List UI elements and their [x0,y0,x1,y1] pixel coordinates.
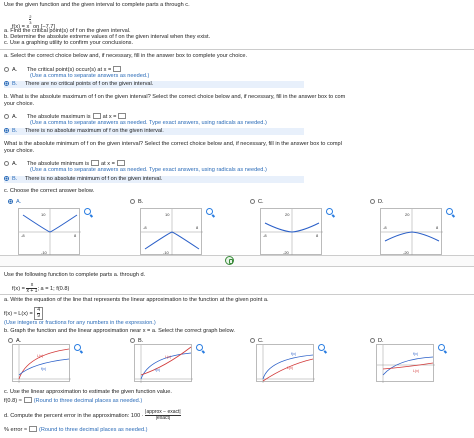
radio-button[interactable] [250,338,255,343]
unlock-button[interactable] [225,256,234,265]
question-b-min-cont: your choice. [4,148,35,154]
radio-button[interactable] [370,199,375,204]
tick-label: -8 [21,233,25,238]
radio-button[interactable] [130,338,135,343]
problem2-question-c: c. Use the linear approximation to estim… [4,389,172,395]
tick-label: 8 [74,233,77,238]
svg-text:10: 10 [165,212,170,217]
radio-button[interactable] [130,199,135,204]
graph-thumbnail-d: 20 -8 8 -20 [380,208,443,256]
problem-divider-bar [0,255,474,267]
svg-text:20: 20 [285,212,290,217]
svg-text:f(x): f(x) [291,352,296,356]
svg-text:L(x): L(x) [413,369,419,373]
svg-text:f(x): f(x) [413,352,418,356]
radio-button[interactable] [4,114,9,119]
svg-text:20: 20 [405,212,410,217]
divider [0,49,474,50]
question-b-min: What is the absolute minimum of f on the… [4,141,342,147]
svg-text:L(x): L(x) [287,366,293,370]
zoom-icon[interactable] [438,344,445,351]
radio-button-selected[interactable] [8,199,13,204]
svg-text:-8: -8 [263,233,267,238]
option-b-no-max[interactable]: B. There is no absolute maximum of f on … [4,128,304,135]
radio-button-selected[interactable] [4,176,9,181]
graph-thumbnail-a: 10 -8 8 -10 [18,208,81,256]
svg-text:f(x): f(x) [155,368,160,372]
option-b-no-critical[interactable]: B. There are no critical points of f on … [4,81,304,88]
answer-box-filled[interactable]: 49 [34,307,44,320]
zoom-icon[interactable] [318,344,325,351]
graph2-thumbnail-a: L(x) f(x) [12,344,71,383]
problem2-question-b: b. Graph the function and the linear app… [4,328,235,334]
zoom-icon[interactable] [326,208,333,215]
answer-box[interactable] [23,397,32,403]
zoom-icon[interactable] [196,344,203,351]
tick-label: 10 [41,212,46,217]
answer-box[interactable] [118,113,127,119]
radio-button[interactable] [4,161,9,166]
graph2-thumbnail-c: f(x) L(x) [256,344,315,383]
problem2-question-a: a. Write the equation of the line that r… [4,297,269,303]
zoom-icon[interactable] [446,208,453,215]
radio-button[interactable] [370,338,375,343]
linear-approx-answer: f(x) ≈ L(x) = 49 [4,307,44,320]
graph2-thumbnail-d: f(x) L(x) [376,344,435,383]
radio-button[interactable] [250,199,255,204]
svg-text:L(x): L(x) [37,354,43,358]
divider [0,294,474,295]
graph2-thumbnail-b: L(x) f(x) [134,344,193,383]
problem2-intro: Use the following function to complete p… [4,272,146,278]
hint: (Use a comma to separate answers as need… [30,167,267,173]
graph-thumbnail-c: 20 -8 8 -20 [260,208,323,256]
option-b-no-min[interactable]: B. There is no absolute minimum of f on … [4,176,304,183]
function-exponent: 23 [29,14,32,25]
graph-choice-b[interactable]: B. [130,199,143,205]
radio-button[interactable] [8,338,13,343]
question-b-max: b. What is the absolute maximum of f on … [4,94,346,100]
answer-box[interactable] [113,66,122,72]
estimate-answer: f(0.8) ≈ (Round to three decimal places a… [4,397,143,404]
problem2-question-d: d. Compute the percent error in the appr… [4,409,181,421]
svg-text:L(x): L(x) [165,355,171,359]
answer-box[interactable] [116,160,125,166]
percent-error-formula: |approx − exact| |exact| [145,409,181,421]
svg-text:8: 8 [316,233,319,238]
radio-button[interactable] [4,67,9,72]
question-a: a. Select the correct choice below and, … [4,53,248,59]
graph-choice-d[interactable]: D. [370,199,384,205]
radio-button-selected[interactable] [4,81,9,86]
problem1-intro: Use the given function and the given int… [4,2,190,8]
hint: (Use a comma to separate answers as need… [30,73,150,79]
answer-box[interactable] [92,113,101,119]
question-c: c. Choose the correct answer below. [4,188,95,194]
svg-text:-8: -8 [383,225,387,230]
svg-text:-8: -8 [143,225,147,230]
svg-text:8: 8 [196,225,199,230]
percent-error-answer: % error ≈ (Round to three decimal places … [4,426,148,433]
answer-box[interactable] [28,426,37,432]
svg-text:f(x): f(x) [41,367,46,371]
graph-choice-c[interactable]: C. [250,199,264,205]
problem1-part-c: c. Use a graphing utility to confirm you… [4,40,134,46]
function-fraction: xx + 1 [26,282,38,294]
problem2-function: f(x) = xx + 1; a = 1; f(0.8) [12,282,70,294]
graph-choice-a[interactable]: A. [8,199,21,205]
zoom-icon[interactable] [206,208,213,215]
zoom-icon[interactable] [84,208,91,215]
hint: (Use integers or fractions for any numbe… [4,320,156,326]
answer-box[interactable] [91,160,100,166]
zoom-icon[interactable] [74,344,81,351]
graph-thumbnail-b: 10 -8 8 -10 [140,208,203,256]
hint: (Use a comma to separate answers as need… [30,120,267,126]
radio-button-selected[interactable] [4,128,9,133]
question-b-max-cont: your choice. [4,101,35,107]
svg-text:8: 8 [436,225,439,230]
